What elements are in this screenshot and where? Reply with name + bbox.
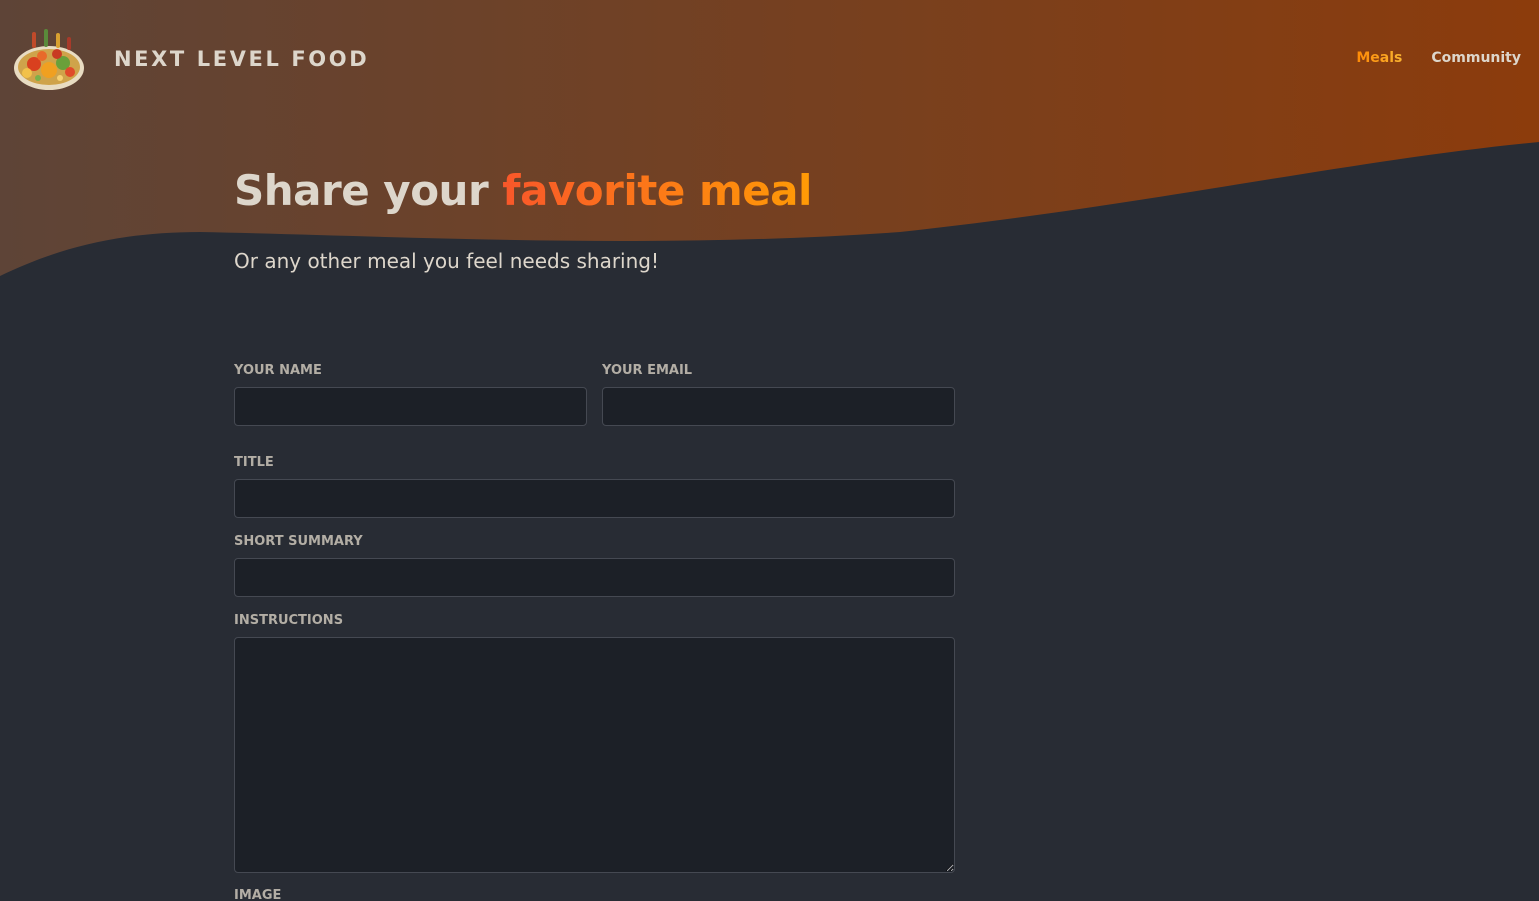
name-field-group: YOUR NAME <box>234 362 587 426</box>
email-input[interactable] <box>602 387 955 426</box>
summary-input[interactable] <box>234 558 955 597</box>
logo-link[interactable]: NEXT LEVEL FOOD <box>12 26 369 92</box>
page-title-highlight: favorite meal <box>502 166 812 215</box>
logo-text: NEXT LEVEL FOOD <box>114 47 370 71</box>
name-input[interactable] <box>234 387 587 426</box>
name-label: YOUR NAME <box>234 363 322 378</box>
page-subtitle: Or any other meal you feel needs sharing… <box>234 249 659 273</box>
main-navigation: Meals Community <box>1356 50 1521 66</box>
food-plate-logo-icon <box>14 29 84 90</box>
email-label: YOUR EMAIL <box>602 363 693 378</box>
title-field-group: TITLE <box>234 454 955 518</box>
title-input[interactable] <box>234 479 955 518</box>
share-meal-form: YOUR NAME YOUR EMAIL TITLE SHORT SUMMARY… <box>234 362 955 901</box>
instructions-textarea[interactable] <box>234 637 955 873</box>
image-label: IMAGE <box>234 888 282 901</box>
email-field-group: YOUR EMAIL <box>602 362 955 426</box>
page-title-prefix: Share your <box>234 166 489 215</box>
instructions-label: INSTRUCTIONS <box>234 613 344 628</box>
page-title: Share your favorite meal <box>234 166 812 215</box>
image-field-group: IMAGE <box>234 887 955 901</box>
summary-label: SHORT SUMMARY <box>234 534 363 549</box>
nav-link-community[interactable]: Community <box>1431 50 1521 66</box>
instructions-field-group: INSTRUCTIONS <box>234 612 955 873</box>
name-email-row: YOUR NAME YOUR EMAIL <box>234 362 955 426</box>
title-label: TITLE <box>234 455 274 470</box>
nav-link-meals[interactable]: Meals <box>1356 50 1402 66</box>
page: NEXT LEVEL FOOD Meals Community Share yo… <box>0 0 1539 901</box>
summary-field-group: SHORT SUMMARY <box>234 533 955 597</box>
